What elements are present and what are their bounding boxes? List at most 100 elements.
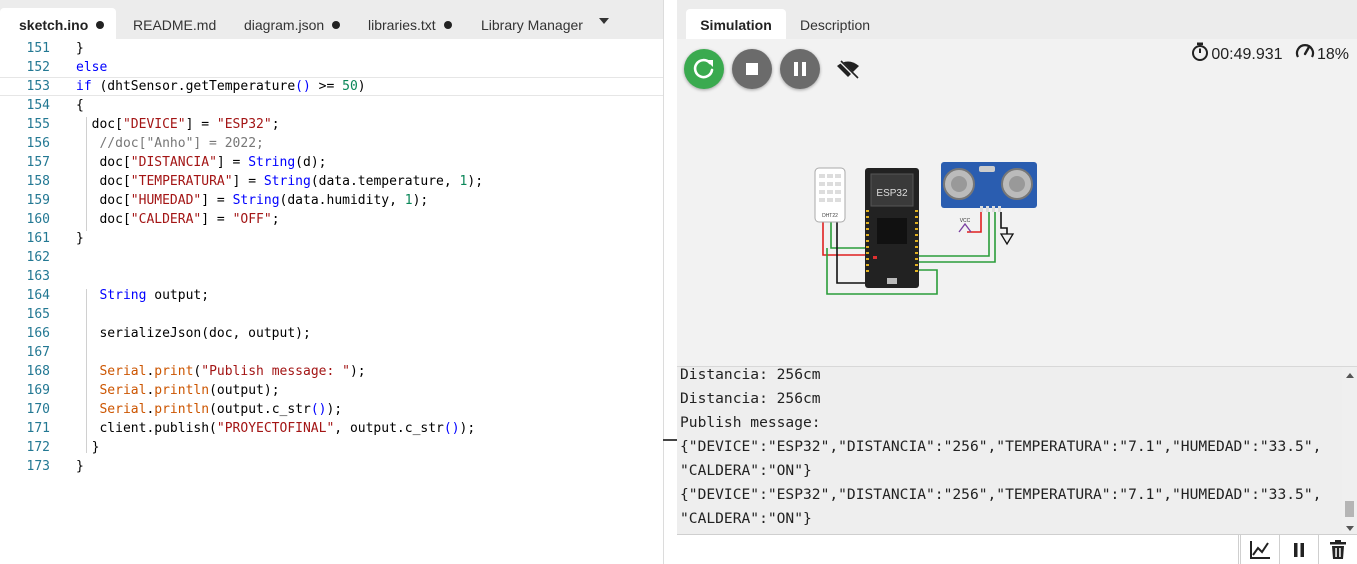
code-area[interactable]: 151} 152 else 153 if (dhtSensor.getTemperatu… xyxy=(0,39,676,564)
code-line[interactable]: 160 doc["CALDERA"] = "OFF"; xyxy=(0,210,676,229)
code-line[interactable]: 164 String output; xyxy=(0,286,676,305)
ultrasonic-sensor xyxy=(941,162,1037,212)
elapsed-time-group: 00:49.931 xyxy=(1191,42,1283,64)
stop-button[interactable] xyxy=(732,49,772,89)
wifi-toggle-button[interactable] xyxy=(835,58,861,80)
simulation-speed: 18% xyxy=(1316,46,1349,63)
code-line[interactable]: 158 doc["TEMPERATURA"] = String(data.tem… xyxy=(0,172,676,191)
unsaved-dot-icon xyxy=(332,21,341,29)
line-number: 165 xyxy=(26,307,50,322)
line-number: 173 xyxy=(26,459,50,474)
tab-simulation[interactable]: Simulation xyxy=(686,9,786,39)
code-text: //doc["Anho"] = 2022; xyxy=(99,136,264,151)
restart-icon xyxy=(693,58,714,79)
code-text: doc["HUMEDAD"] = String(data.humidity, 1… xyxy=(76,193,429,208)
tab-libraries-txt[interactable]: libraries.txt xyxy=(368,8,468,39)
wire-gnd xyxy=(1000,212,1008,234)
code-line[interactable]: 161} xyxy=(0,229,676,248)
code-line[interactable]: 157 doc["DISTANCIA"] = String(d); xyxy=(0,153,676,172)
serial-line: Distancia: 256cm xyxy=(680,366,821,383)
code-text: Serial.println(output); xyxy=(99,383,280,398)
line-number: 157 xyxy=(26,155,50,170)
tab-label: libraries.txt xyxy=(368,17,436,33)
serial-line: "CALDERA":"ON"} xyxy=(680,510,812,527)
pause-button[interactable] xyxy=(780,49,820,89)
tab-diagram-json[interactable]: diagram.json xyxy=(244,8,354,39)
vcc-symbol: VCC xyxy=(958,218,972,233)
vcc-label: VCC xyxy=(960,218,971,224)
unsaved-dot-icon xyxy=(96,21,105,29)
code-text: if (dhtSensor.getTemperature() >= 50) xyxy=(76,79,366,94)
line-number: 166 xyxy=(26,326,50,341)
code-text: else xyxy=(76,60,108,75)
wire-trigger xyxy=(919,212,990,257)
code-text: doc["DISTANCIA"] = String(d); xyxy=(76,155,327,170)
tab-label: sketch.ino xyxy=(19,17,89,33)
code-text: } xyxy=(76,41,84,56)
code-line[interactable]: 165 xyxy=(0,305,676,324)
code-line[interactable]: 172 } xyxy=(0,438,676,457)
line-number: 161 xyxy=(26,231,50,246)
code-line[interactable]: 151} xyxy=(0,39,676,58)
esp32-board: ESP32 xyxy=(865,168,919,288)
tab-library-manager[interactable]: Library Manager xyxy=(481,8,591,39)
code-line[interactable]: 166 serializeJson(doc, output); xyxy=(0,324,676,343)
pause-icon xyxy=(1294,543,1304,557)
line-number: 169 xyxy=(26,383,50,398)
serial-scrollbar[interactable] xyxy=(1342,367,1357,534)
simulation-tab-bar: Simulation Description xyxy=(677,0,1357,39)
code-line[interactable]: 169 Serial.println(output); xyxy=(0,381,676,400)
line-number: 172 xyxy=(26,440,50,455)
line-number: 153 xyxy=(26,79,50,94)
dht22-sensor: DHT22 xyxy=(814,167,846,223)
line-number: 170 xyxy=(26,402,50,417)
dht22-label: DHT22 xyxy=(822,213,838,219)
serial-line: {"DEVICE":"ESP32","DISTANCIA":"256","TEM… xyxy=(680,438,1322,455)
scroll-down-icon[interactable] xyxy=(1346,526,1354,531)
serial-input[interactable] xyxy=(677,535,1239,564)
plotter-button[interactable] xyxy=(1240,535,1279,564)
code-line[interactable]: 162 xyxy=(0,248,676,267)
tab-description[interactable]: Description xyxy=(793,9,877,39)
restart-button[interactable] xyxy=(684,49,724,89)
tab-readme-md[interactable]: README.md xyxy=(133,8,233,39)
code-line[interactable]: 171 client.publish("PROYECTOFINAL", outp… xyxy=(0,419,676,438)
code-line[interactable]: 170 Serial.println(output.c_str()); xyxy=(0,400,676,419)
pane-splitter[interactable] xyxy=(663,0,677,564)
code-line[interactable]: 173} xyxy=(0,457,676,476)
tab-overflow-chevron-down-icon[interactable] xyxy=(599,18,609,24)
code-editor-pane: sketch.ino README.md diagram.json librar… xyxy=(0,0,676,564)
code-text: } xyxy=(76,231,84,246)
simulation-status: 00:49.931 18% xyxy=(1183,42,1349,64)
serial-line: {"DEVICE":"ESP32","DISTANCIA":"256","TEM… xyxy=(680,486,1322,503)
code-line[interactable]: 154 { xyxy=(0,96,676,115)
code-line[interactable]: 168 Serial.print("Publish message: "); xyxy=(0,362,676,381)
trash-icon xyxy=(1330,540,1346,559)
code-line[interactable]: 156 //doc["Anho"] = 2022; xyxy=(0,134,676,153)
code-line[interactable]: 167 xyxy=(0,343,676,362)
code-line[interactable]: 155 doc["DEVICE"] = "ESP32"; xyxy=(0,115,676,134)
scroll-thumb[interactable] xyxy=(1345,501,1354,517)
code-text: } xyxy=(76,440,100,455)
line-number: 167 xyxy=(26,345,50,360)
serial-monitor-output: Distancia: 256cm Distancia: 256cm Publish … xyxy=(677,366,1357,534)
code-line[interactable]: 152 else xyxy=(0,58,676,77)
code-text: String output; xyxy=(99,288,210,303)
chart-icon xyxy=(1250,541,1270,559)
scroll-up-icon[interactable] xyxy=(1346,373,1354,378)
clear-serial-button[interactable] xyxy=(1318,535,1357,564)
circuit-diagram[interactable]: DHT22 ESP32 VCC xyxy=(807,160,1047,300)
splitter-handle[interactable] xyxy=(663,439,677,441)
code-line[interactable]: 159 doc["HUMEDAD"] = String(data.humidit… xyxy=(0,191,676,210)
line-number: 156 xyxy=(26,136,50,151)
line-number: 168 xyxy=(26,364,50,379)
wire-echo xyxy=(919,212,996,263)
code-line[interactable]: 153 if (dhtSensor.getTemperature() >= 50) xyxy=(0,77,676,96)
pause-icon xyxy=(794,62,806,76)
code-text: doc["DEVICE"] = "ESP32"; xyxy=(76,117,280,132)
pause-serial-button[interactable] xyxy=(1279,535,1318,564)
line-number: 171 xyxy=(26,421,50,436)
tab-sketch-ino[interactable]: sketch.ino xyxy=(0,8,116,39)
stopwatch-icon xyxy=(1192,42,1209,61)
code-line[interactable]: 163 xyxy=(0,267,676,286)
